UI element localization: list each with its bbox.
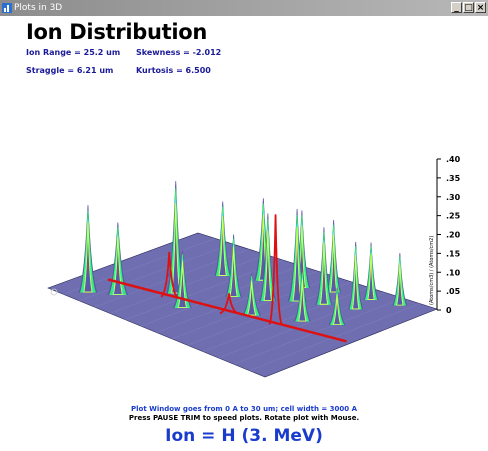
z-tick-label: .20 bbox=[446, 231, 461, 240]
surface-peak-mid bbox=[315, 227, 333, 305]
z-tick-label: .05 bbox=[446, 287, 461, 296]
surface-peak-back bbox=[392, 253, 408, 306]
plot-title: Ion Distribution bbox=[26, 20, 208, 44]
ion-range-stat: Ion Range = 25.2 um bbox=[26, 48, 121, 57]
minimize-button[interactable]: _ bbox=[451, 2, 462, 13]
plot-window-info: Plot Window goes from 0 A to 30 um; cell… bbox=[130, 405, 358, 413]
ion-label: Ion = H (3. MeV) bbox=[165, 426, 323, 446]
window-title: Plots in 3D bbox=[14, 3, 63, 13]
plot-floor bbox=[47, 232, 438, 378]
surface-peak-back bbox=[214, 201, 232, 276]
z-tick-label: 0 bbox=[446, 306, 452, 315]
straggle-stat: Straggle = 6.21 um bbox=[26, 66, 114, 75]
z-tick-label: .40 bbox=[446, 155, 461, 164]
z-tick-label: .15 bbox=[446, 249, 461, 258]
z-tick-label: .35 bbox=[446, 174, 461, 183]
z-tick-label: .25 bbox=[446, 212, 461, 221]
surface-peak-back bbox=[326, 219, 342, 293]
plot-hint: Press PAUSE TRIM to speed plots. Rotate … bbox=[128, 414, 360, 422]
maximize-button[interactable]: □ bbox=[463, 2, 474, 13]
ion-distribution-3d-plot[interactable]: .40 .35 .30 .25 .20 .15 .10 .05 0 (Atoms/cm3) / (… bbox=[0, 140, 488, 400]
surface-peak-mid bbox=[348, 241, 364, 310]
close-button[interactable]: × bbox=[475, 2, 486, 13]
z-tick-label: .30 bbox=[446, 193, 461, 202]
app-icon bbox=[2, 3, 12, 13]
surface-peak-back bbox=[363, 242, 379, 300]
z-axis-label: (Atoms/cm3) / (Atoms/cm2) bbox=[429, 236, 435, 305]
window-titlebar: Plots in 3D _ □ × bbox=[0, 0, 488, 16]
skewness-stat: Skewness = -2.012 bbox=[136, 48, 222, 57]
kurtosis-stat: Kurtosis = 6.500 bbox=[136, 66, 211, 75]
z-tick-label: .10 bbox=[446, 268, 461, 277]
